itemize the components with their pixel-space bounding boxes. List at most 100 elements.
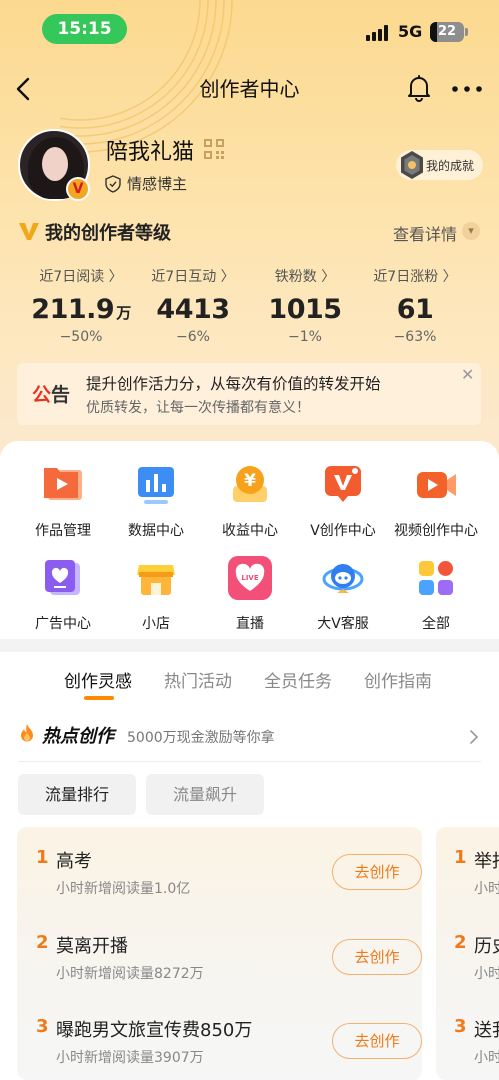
battery-level: 22 [437,24,457,39]
tool-label: 作品管理 [35,523,91,539]
stat-value: 211.9 万 [31,294,131,325]
close-icon[interactable]: ✕ [461,365,474,384]
tool-income[interactable]: ¥ 收益中心 [200,462,300,540]
tool-data[interactable]: 数据中心 [106,462,206,540]
stat-reads[interactable]: 近7日阅读 〉 211.9 万 −50% [26,266,136,345]
tool-v-create[interactable]: V创作中心 [293,462,393,540]
tools-grid: 作品管理 数据中心 ¥ 收益中心 V创作中心 视频创作中心 广告中心 小店 LI… [0,441,499,639]
rank-subtitle: 小时新 [474,1050,499,1066]
avatar[interactable]: V [18,129,90,201]
stat-interactions[interactable]: 近7日互动 〉 4413 −6% [138,266,248,345]
rank-number: 1 [36,847,49,868]
stat-change: −1% [288,329,322,345]
rank-title[interactable]: 莫离开播 [56,932,128,958]
all-icon [419,561,453,595]
stat-value: 1015 [268,294,342,325]
stat-new-fans[interactable]: 近7日涨粉 〉 61 −63% [360,266,470,345]
divider [18,761,481,762]
tool-label: 直播 [236,616,264,632]
tab-underline [84,696,114,700]
qr-code-icon[interactable] [204,139,224,159]
shield-icon [105,175,121,193]
tool-all[interactable]: 全部 [386,555,486,633]
service-icon [322,564,364,593]
stat-label: 近7日互动 〉 [151,269,235,285]
tool-label: 收益中心 [222,523,278,539]
tool-shop[interactable]: 小店 [106,555,206,633]
tab-guide[interactable]: 创作指南 [364,667,432,692]
rank-number: 2 [454,932,467,953]
level-details-link[interactable]: 查看详情 [393,221,457,245]
rank-subtitle: 小时新 [474,966,499,982]
tool-live[interactable]: LIVE 直播 [200,555,300,633]
level-title: 我的创作者等级 [45,223,171,244]
tool-label: 小店 [142,616,170,632]
tool-video-create[interactable]: 视频创作中心 [386,462,486,540]
tab-hot-events[interactable]: 热门活动 [164,667,232,692]
stat-fans[interactable]: 铁粉数 〉 1015 −1% [250,266,360,345]
tool-label: 广告中心 [35,616,91,632]
shop-icon [137,565,175,595]
create-button[interactable]: 去创作 [332,939,422,975]
create-button[interactable]: 去创作 [332,854,422,890]
username: 陪我礼猫 [106,140,195,165]
tool-label: V创作中心 [310,523,376,539]
rank-subtitle: 小时新增阅读量3907万 [56,1050,204,1066]
medal-icon [401,151,423,179]
rank-number: 2 [36,932,49,953]
rank-number: 3 [36,1016,49,1037]
stat-change: −50% [59,329,103,345]
stat-change: −63% [393,329,437,345]
tool-ad[interactable]: 广告中心 [13,555,113,633]
rank-card: 1 高考 小时新增阅读量1.0亿 去创作 2 莫离开播 小时新增阅读量8272万… [17,827,422,1080]
rank-title[interactable]: 高考 [56,847,92,873]
chip-traffic-rank[interactable]: 流量排行 [18,774,136,815]
rank-subtitle: 小时新增阅读量8272万 [56,966,204,982]
tool-service[interactable]: 大V客服 [293,555,393,633]
ad-icon [45,560,80,595]
stat-label: 近7日阅读 〉 [39,269,123,285]
rank-number: 3 [454,1016,467,1037]
status-bar: 15:15 5G 22 [0,0,499,60]
chevron-right-icon[interactable] [468,727,480,747]
v-create-icon [325,466,361,502]
tool-label: 全部 [422,616,450,632]
rank-title[interactable]: 曝跑男文旅宣传费850万 [56,1016,252,1042]
chip-traffic-rising[interactable]: 流量飙升 [146,774,264,815]
v-level-icon [19,223,39,240]
bell-icon[interactable] [406,74,432,102]
more-icon[interactable] [450,84,484,94]
svg-text:¥: ¥ [244,471,256,491]
stat-label: 近7日涨粉 〉 [373,269,457,285]
status-time: 15:15 [42,14,127,44]
video-create-icon [417,472,456,498]
rank-title[interactable]: 送我 [474,1016,499,1042]
stat-value: 4413 [156,294,230,325]
announcement-subtitle: 优质转发，让每一次传播都有意义！ [86,400,310,416]
signal-icon [366,25,388,41]
rank-card-next: 1 举报 小时新 2 历史 小时新 3 送我 小时新 [436,827,499,1080]
battery-tip [465,28,468,36]
flame-icon [21,724,33,742]
stat-change: −6% [176,329,210,345]
works-icon [44,468,82,500]
tab-all-tasks[interactable]: 全员任务 [264,667,332,692]
rank-title[interactable]: 历史 [474,932,499,958]
announcement-banner[interactable]: 公告 提升创作活力分，从每次有价值的转发开始 优质转发，让每一次传播都有意义！ … [17,363,481,425]
achievement-button[interactable]: 我的成就 [396,150,483,180]
stat-label: 铁粉数 〉 [274,269,336,285]
tool-works[interactable]: 作品管理 [13,462,113,540]
rank-title[interactable]: 举报 [474,847,499,873]
verified-v-badge: V [66,177,90,201]
create-button[interactable]: 去创作 [332,1023,422,1059]
tool-label: 数据中心 [128,523,184,539]
tool-label: 视频创作中心 [394,523,478,539]
announcement-tag: 公告 [32,384,71,406]
avatar-face [42,147,68,181]
chevron-down-icon[interactable]: ▾ [462,222,480,240]
tab-inspiration[interactable]: 创作灵感 [64,667,132,692]
network-type: 5G [398,22,423,41]
stat-value: 61 [396,294,434,325]
battery-icon: 22 [430,22,464,42]
achievement-label: 我的成就 [426,159,475,173]
